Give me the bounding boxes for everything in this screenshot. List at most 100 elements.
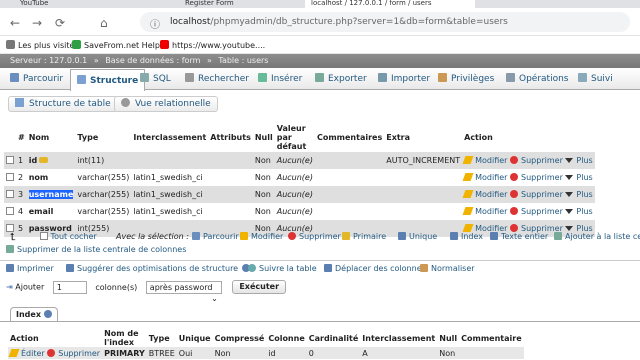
column-header[interactable]: Commentaires <box>314 124 385 152</box>
row-actions: Modifier Supprimer Plus <box>462 151 595 169</box>
tab-phpmyadmin[interactable]: localhost / 127.0.0.1 / form / users <box>305 0 475 8</box>
column-count-input[interactable]: 1 <box>52 280 87 294</box>
home-icon[interactable]: ⌂ <box>100 16 108 30</box>
bulk-modify-button[interactable]: Modifier <box>240 232 283 241</box>
header-checkbox <box>4 124 16 152</box>
bulk-label: Modifier <box>251 232 284 241</box>
column-header[interactable]: Type <box>75 124 132 152</box>
bulk-fulltext-button[interactable]: Texte entier <box>490 232 548 241</box>
execute-button[interactable]: Exécuter <box>232 280 287 294</box>
tab-sql[interactable]: SQL <box>140 68 171 90</box>
row-checkbox[interactable] <box>6 206 14 215</box>
column-header[interactable]: Extra <box>384 124 463 152</box>
column-header[interactable]: Attributs <box>208 124 253 152</box>
row-checkbox[interactable] <box>6 189 14 198</box>
breadcrumb-db[interactable]: Base de données : form <box>105 56 200 65</box>
tab-youtube[interactable]: YouTube <box>20 0 48 8</box>
check-all[interactable]: Tout cocher <box>40 232 97 241</box>
bookmark-savefrom[interactable]: SaveFrom.net Helper <box>72 40 168 50</box>
bulk-label: Ajouter à la liste centrale <box>565 232 640 241</box>
print-link[interactable]: Imprimer <box>6 264 54 273</box>
wrench-icon <box>506 73 515 82</box>
row-number: 2 <box>16 168 27 186</box>
row-checkbox[interactable] <box>6 155 14 164</box>
check-all-label[interactable]: Tout cocher <box>51 232 97 241</box>
tab-exporter[interactable]: Exporter <box>315 68 367 90</box>
column-header[interactable]: Interclassement <box>131 124 209 152</box>
field-name: nom <box>28 172 49 182</box>
action-label: Modifier <box>475 155 508 165</box>
more-dropdown[interactable]: Plus <box>565 207 593 216</box>
add-column-icon: ⇥ <box>6 282 13 292</box>
tab-register-form[interactable]: Register Form <box>185 0 234 8</box>
more-dropdown[interactable]: Plus <box>565 190 593 199</box>
bulk-index-button[interactable]: Index <box>450 232 483 241</box>
move-columns-link[interactable]: Déplacer des colonnes <box>324 264 426 273</box>
field-type: int(11) <box>75 151 132 169</box>
relational-view-button[interactable]: Vue relationnelle <box>114 96 218 112</box>
breadcrumb-separator-icon: » <box>206 56 212 65</box>
tab-operations[interactable]: Opérations <box>506 68 568 90</box>
normalize-link[interactable]: Normaliser <box>420 264 475 273</box>
modify-link[interactable]: Modifier <box>462 155 508 165</box>
field-collation <box>131 151 209 169</box>
delete-link[interactable]: Supprimer <box>510 189 563 199</box>
field-name: id <box>28 155 38 165</box>
check-all-checkbox[interactable] <box>40 232 48 240</box>
back-icon[interactable]: ← <box>10 16 20 30</box>
field-null: Non <box>252 185 275 203</box>
column-header[interactable]: Nom <box>26 124 76 152</box>
forward-icon[interactable]: → <box>32 16 42 30</box>
track-table-link[interactable]: Suivre la table <box>248 264 317 273</box>
row-checkbox[interactable] <box>6 223 14 232</box>
index-fieldset-legend: Index <box>10 307 58 321</box>
tool-label: Suivre la table <box>259 264 317 273</box>
field-comments <box>314 185 385 203</box>
tab-privileges[interactable]: Privilèges <box>438 68 494 90</box>
delete-index-link[interactable]: Supprimer <box>47 348 100 358</box>
reload-icon[interactable]: ⟳ <box>55 16 65 30</box>
pencil-icon <box>462 155 474 164</box>
structure-table-button[interactable]: Structure de table <box>8 96 118 112</box>
delete-link[interactable]: Supprimer <box>510 172 563 182</box>
tab-rechercher[interactable]: Rechercher <box>185 68 249 90</box>
field-default: Aucun(e) <box>274 151 315 169</box>
breadcrumb-table[interactable]: Table : users <box>218 56 268 65</box>
bulk-add-central-button[interactable]: Ajouter à la liste centrale <box>554 232 640 241</box>
tab-inserer[interactable]: Insérer <box>258 68 302 90</box>
tab-structure[interactable]: Structure <box>70 69 146 91</box>
breadcrumb-server[interactable]: Serveur : 127.0.0.1 <box>10 56 87 65</box>
more-dropdown[interactable]: Plus <box>565 173 593 182</box>
remove-central-button[interactable]: Supprimer de la liste centrale de colonn… <box>6 245 186 254</box>
tool-label: Suggérer des optimisations de structure <box>77 264 239 273</box>
bulk-primary-button[interactable]: Primaire <box>342 232 386 241</box>
more-dropdown[interactable]: Plus <box>565 156 593 165</box>
modify-link[interactable]: Modifier <box>462 172 507 182</box>
import-icon <box>378 73 387 82</box>
modify-link[interactable]: Modifier <box>462 189 507 199</box>
bulk-unique-button[interactable]: Unique <box>398 232 437 241</box>
bulk-delete-button[interactable]: Supprimer <box>288 232 341 241</box>
row-checkbox[interactable] <box>6 172 14 181</box>
position-select[interactable]: après password ⌄ <box>145 280 222 303</box>
field-null: Non <box>252 202 275 220</box>
tab-suivi[interactable]: Suivi <box>578 68 613 90</box>
field-extra <box>384 185 463 203</box>
address-bar-row: ← → ⟳ ⌂ ⓘ localhost/phpmyadmin/db_struct… <box>0 8 640 36</box>
bulk-browse-button[interactable]: Parcourir <box>192 232 239 241</box>
delete-link[interactable]: Supprimer <box>510 206 563 216</box>
help-icon[interactable] <box>43 310 52 318</box>
delete-link[interactable]: Supprimer <box>510 155 563 165</box>
delete-icon <box>510 223 519 232</box>
modify-link[interactable]: Modifier <box>462 206 507 216</box>
bookmark-most-visited[interactable]: Les plus visités <box>6 40 79 50</box>
bookmark-youtube[interactable]: https://www.youtube.... <box>160 40 265 50</box>
tab-importer[interactable]: Importer <box>378 68 430 90</box>
url-field[interactable]: ⓘ localhost/phpmyadmin/db_structure.php?… <box>140 12 630 32</box>
tab-parcourir[interactable]: Parcourir <box>10 68 63 90</box>
page-info-icon[interactable]: ⓘ <box>150 16 160 36</box>
suggest-optimizations-link[interactable]: Suggérer des optimisations de structure <box>66 264 253 273</box>
column-header[interactable]: Null <box>252 124 275 152</box>
edit-index-link[interactable]: Éditer <box>8 348 45 358</box>
column-header[interactable]: Valeur par défaut <box>274 124 315 152</box>
